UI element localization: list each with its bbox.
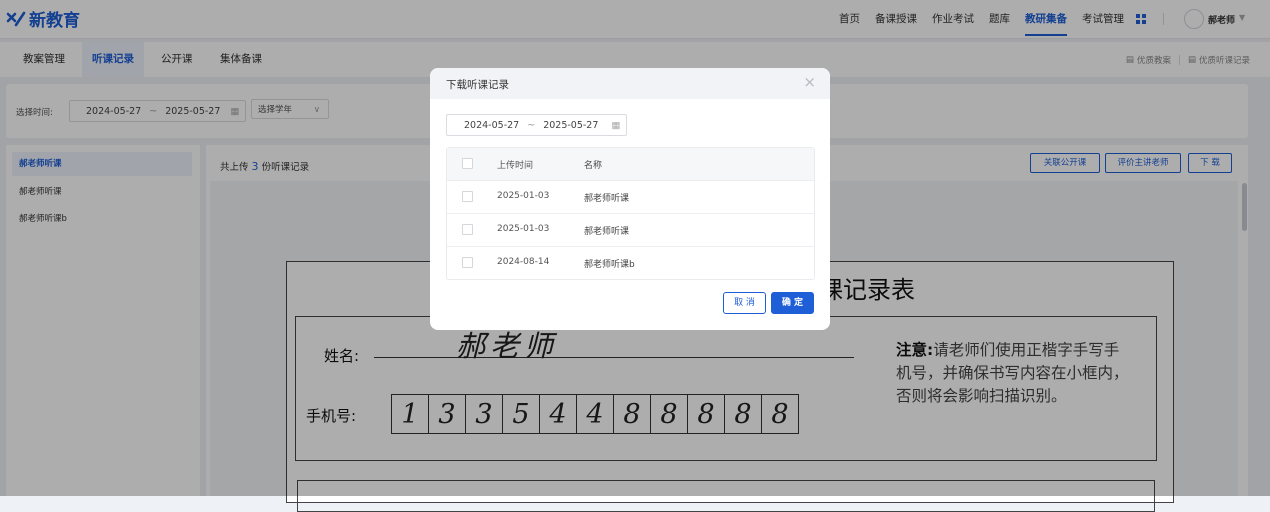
dialog-date-range-picker[interactable]: 2024-05-27 ~ 2025-05-27 ▦	[446, 114, 627, 136]
column-header-time: 上传时间	[497, 161, 534, 171]
records-table: 上传时间 名称 2025-01-03 郝老师听课 2025-01-03 郝老师听…	[446, 147, 815, 280]
row-upload-time: 2024-08-14	[497, 257, 550, 267]
row-checkbox[interactable]	[462, 224, 473, 235]
dialog-date-end[interactable]: 2025-05-27	[543, 120, 598, 131]
row-upload-time: 2025-01-03	[497, 224, 550, 234]
dialog-header: 下载听课记录 ×	[430, 68, 830, 99]
dialog-date-start[interactable]: 2024-05-27	[464, 120, 519, 131]
confirm-button[interactable]: 确 定	[771, 292, 814, 314]
calendar-icon[interactable]: ▦	[611, 120, 620, 131]
cancel-button[interactable]: 取 消	[723, 292, 766, 314]
download-records-dialog: 下载听课记录 × 2024-05-27 ~ 2025-05-27 ▦ 上传时间 …	[430, 68, 830, 330]
row-checkbox[interactable]	[462, 257, 473, 268]
table-row[interactable]: 2025-01-03 郝老师听课	[447, 181, 814, 214]
row-checkbox[interactable]	[462, 191, 473, 202]
table-row[interactable]: 2025-01-03 郝老师听课	[447, 214, 814, 247]
dialog-title: 下载听课记录	[446, 79, 509, 91]
close-icon[interactable]: ×	[803, 75, 816, 90]
table-row[interactable]: 2024-08-14 郝老师听课b	[447, 247, 814, 279]
row-record-name: 郝老师听课	[584, 194, 630, 204]
column-header-name: 名称	[584, 161, 603, 171]
row-record-name: 郝老师听课b	[584, 260, 635, 270]
table-header-row: 上传时间 名称	[447, 148, 814, 181]
dialog-date-separator: ~	[527, 119, 536, 131]
select-all-checkbox[interactable]	[462, 158, 473, 169]
row-upload-time: 2025-01-03	[497, 191, 550, 201]
row-record-name: 郝老师听课	[584, 227, 630, 237]
